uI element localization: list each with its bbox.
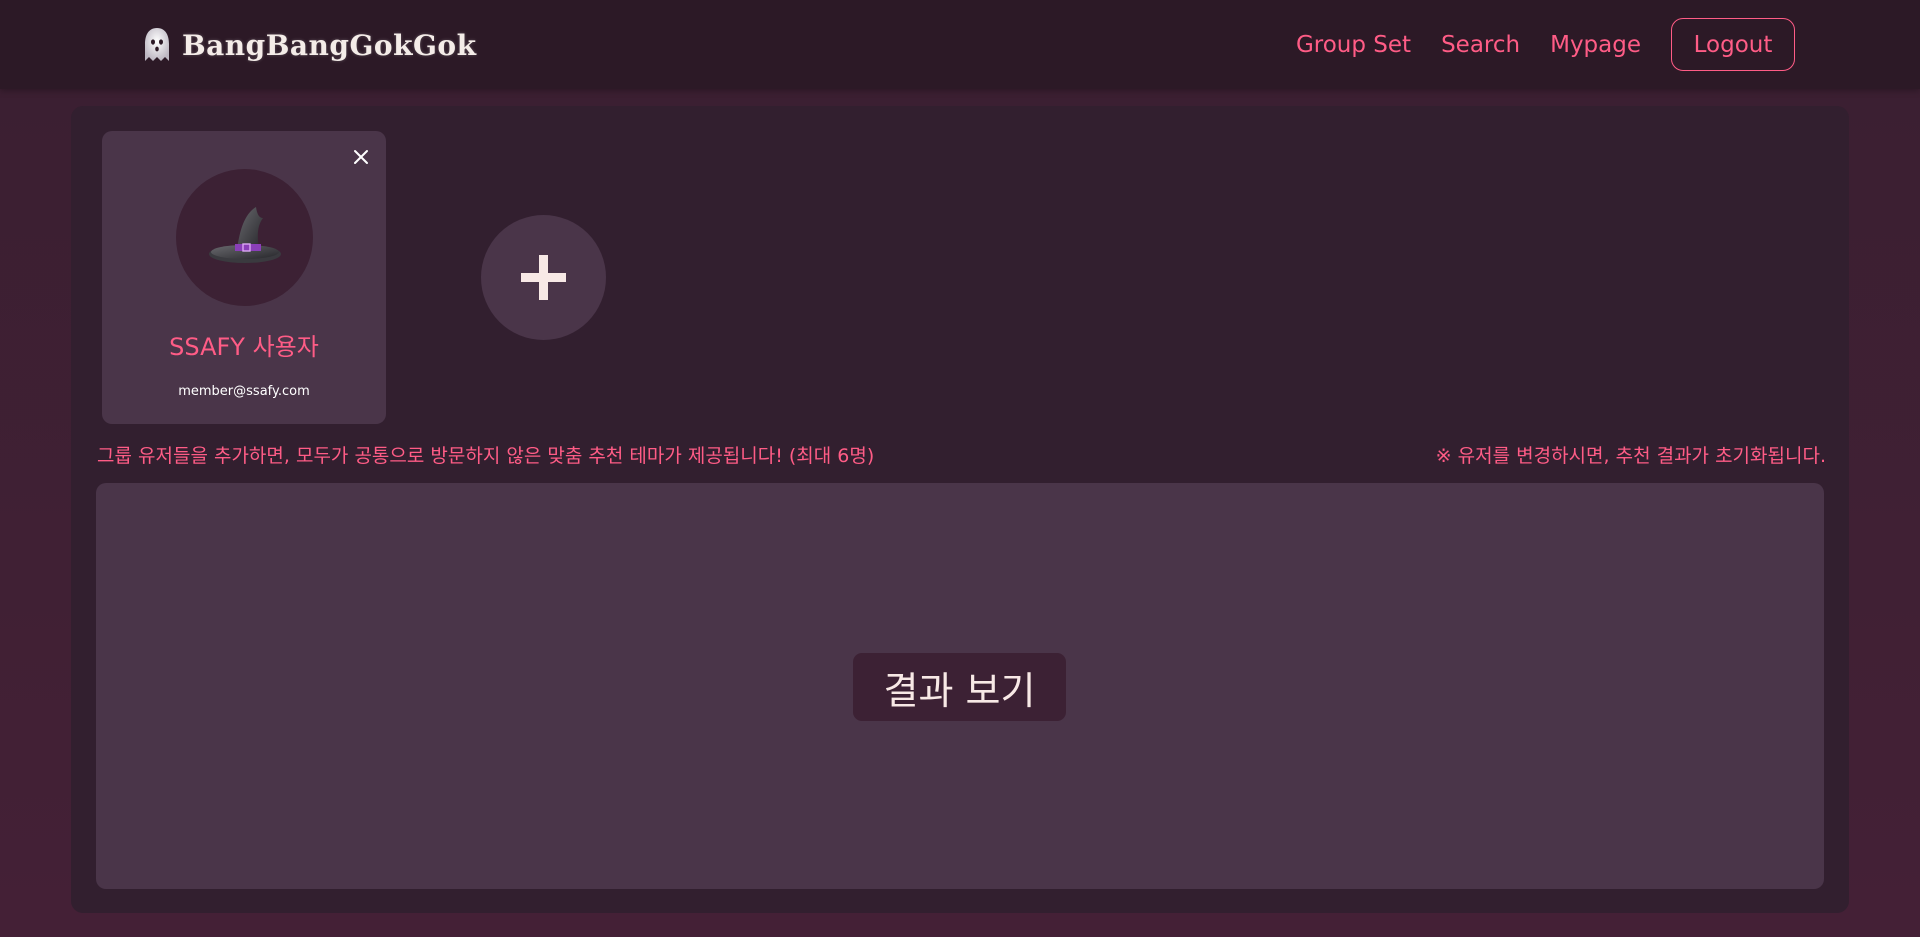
member-name: SSAFY 사용자 [169,333,319,361]
add-member-button[interactable] [481,215,606,340]
view-result-button[interactable]: 결과 보기 [853,653,1066,721]
nav-link-search[interactable]: Search [1441,32,1520,58]
member-email: member@ssafy.com [178,384,310,399]
member-card: SSAFY 사용자 member@ssafy.com [102,131,386,424]
brand-name: BangBangGokGok [182,28,477,62]
nav-link-mypage[interactable]: Mypage [1550,32,1641,58]
nav-link-group-set[interactable]: Group Set [1296,32,1411,58]
nav-links: Group Set Search Mypage Logout [1296,18,1795,71]
group-set-panel: SSAFY 사용자 member@ssafy.com 그룹 유저들을 추가하면,… [71,106,1849,913]
navbar: BangBangGokGok Group Set Search Mypage L… [0,0,1920,89]
avatar [176,169,313,306]
witch-hat-icon [207,204,283,272]
logout-button[interactable]: Logout [1671,18,1795,71]
plus-icon [481,255,606,344]
ghost-icon [142,25,172,65]
brand-logo[interactable]: BangBangGokGok [142,22,476,68]
group-info-text: 그룹 유저들을 추가하면, 모두가 공통으로 방문하지 않은 맞춤 추천 테마가… [97,445,875,467]
result-area: 결과 보기 [96,483,1824,889]
close-icon[interactable] [349,145,373,169]
reset-warning-text: ※ 유저를 변경하시면, 추천 결과가 초기화됩니다. [1435,445,1826,467]
